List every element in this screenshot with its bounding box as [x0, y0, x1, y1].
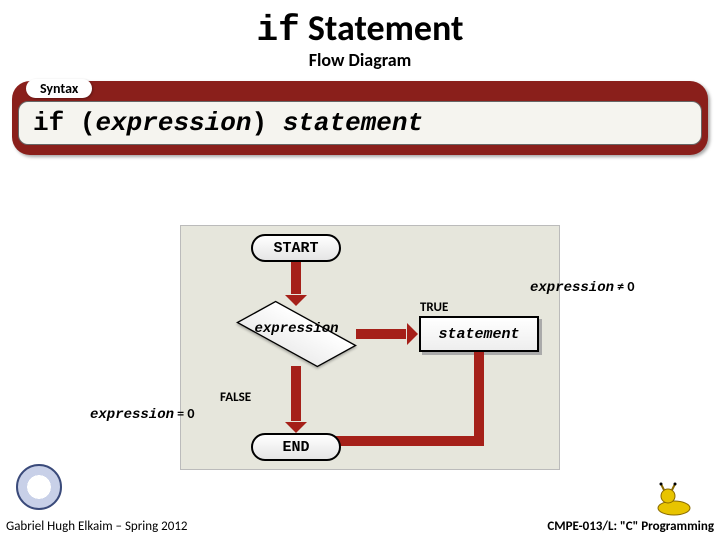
arrow-action-down [474, 352, 484, 444]
flow-decision-node [236, 301, 357, 368]
syntax-expression: expression [95, 108, 251, 138]
annotation-true-rest: ≠ 0 [614, 278, 634, 295]
flow-end-node: END [251, 433, 341, 461]
footer-author: Gabriel Hugh Elkaim – Spring 2012 [6, 519, 188, 534]
arrow-start-to-decision [291, 262, 301, 294]
flow-diagram: START expression statement END [180, 225, 560, 470]
annotation-true-var: expression [530, 280, 614, 296]
syntax-lparen: ( [80, 108, 96, 138]
syntax-statement: statement [283, 108, 423, 138]
syntax-tab-label: Syntax [26, 79, 92, 98]
page-subtitle: Flow Diagram [0, 49, 720, 71]
flow-action-node: statement [419, 316, 539, 352]
annotation-false-label: FALSE [220, 390, 251, 405]
syntax-keyword: if [33, 108, 64, 138]
page-title: if Statement [0, 0, 720, 51]
arrow-decision-to-end [291, 366, 301, 421]
title-keyword: if [257, 10, 300, 51]
footer-course: CMPE-013/L: "C" Programming [547, 519, 714, 534]
mascot-icon [654, 482, 694, 516]
flow-start-node: START [251, 234, 341, 262]
annotation-true-label: TRUE [420, 300, 448, 315]
annotation-false-rest: = 0 [174, 405, 194, 422]
title-rest: Statement [308, 6, 464, 50]
university-seal-icon [16, 464, 62, 510]
syntax-panel: Syntax if (expression) statement [12, 81, 708, 155]
syntax-code: if (expression) statement [18, 101, 702, 145]
annotation-false-condition: expression = 0 [90, 405, 194, 423]
annotation-false-var: expression [90, 407, 174, 423]
annotation-true-condition: expression ≠ 0 [530, 278, 634, 296]
syntax-rparen: ) [251, 108, 267, 138]
arrow-decision-to-action [356, 329, 406, 339]
